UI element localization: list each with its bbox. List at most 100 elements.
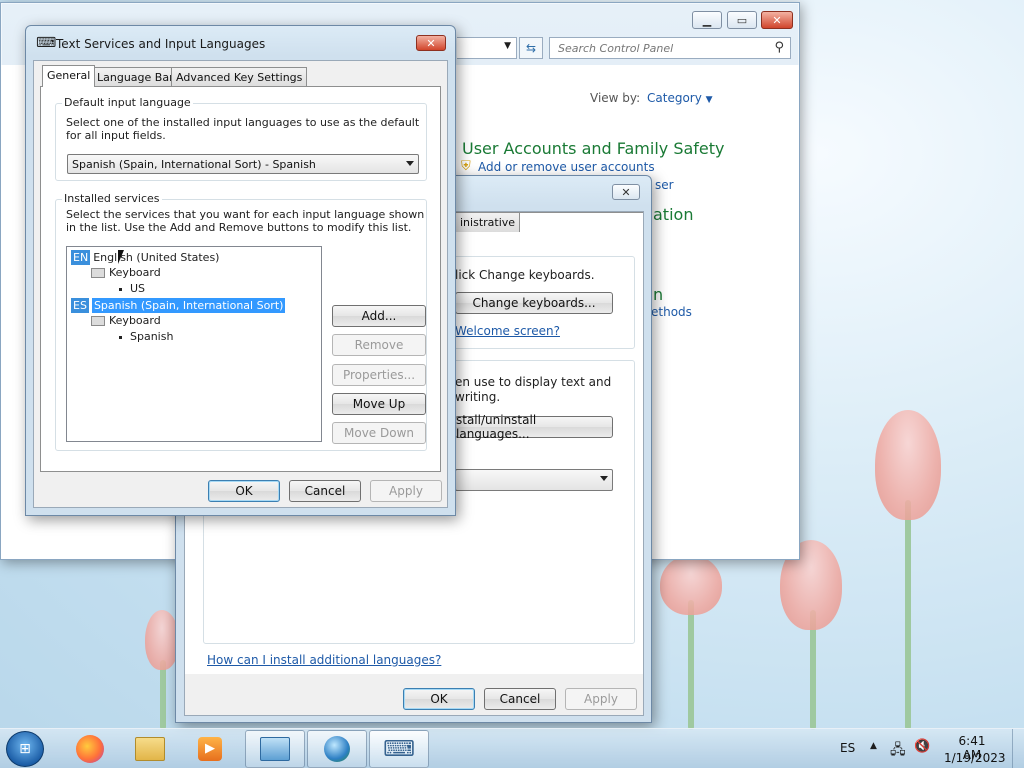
partial-link-methods[interactable]: ethods	[651, 305, 692, 319]
add-remove-accounts-link[interactable]: Add or remove user accounts	[478, 160, 655, 174]
partial-title-ation[interactable]: ation	[653, 205, 693, 224]
minimize-button[interactable]: ▁	[692, 11, 722, 29]
default-description: Select one of the installed input langua…	[66, 116, 420, 142]
keyboard-icon	[91, 316, 105, 326]
language-indicator[interactable]: ES	[840, 741, 855, 755]
partial-title-n[interactable]: n	[653, 285, 663, 304]
es-keyboard-label: Keyboard	[109, 314, 161, 327]
taskbar-region-language[interactable]	[307, 730, 367, 768]
installed-group-label: Installed services	[62, 192, 162, 205]
installed-services-tree[interactable]: EN English (United States) Keyboard US ES…	[66, 246, 322, 442]
category-title[interactable]: User Accounts and Family Safety	[462, 139, 725, 158]
tab-page: Default input language Select one of the…	[40, 86, 441, 472]
tree-item-en-keyboard[interactable]: Keyboard	[91, 266, 161, 279]
tree-item-es-spanish[interactable]: Spanish	[130, 330, 173, 343]
close-button[interactable]: ✕	[612, 184, 640, 200]
show-hidden-icons-icon[interactable]: ▲	[870, 741, 877, 751]
button-label: Add...	[361, 309, 397, 323]
bullet	[119, 288, 122, 291]
ok-button[interactable]: OK	[208, 480, 280, 502]
firefox-icon	[76, 735, 104, 763]
close-button[interactable]: ✕	[761, 11, 793, 29]
en-badge: EN	[71, 250, 91, 265]
tree-item-spanish[interactable]: ES Spanish (Spain, International Sort)	[71, 298, 286, 313]
tree-item-en-us[interactable]: US	[130, 282, 145, 295]
tab-label: Language Bar	[97, 71, 174, 84]
keyboard-icon: ⌨	[383, 736, 415, 762]
button-label: OK	[235, 484, 253, 498]
default-language-select[interactable]: Spanish (Spain, International Sort) - Sp…	[67, 154, 419, 174]
address-dropdown[interactable]: ▼	[457, 37, 517, 59]
keyboard-app-icon: ⌨	[36, 35, 57, 51]
apply-button[interactable]: Apply	[565, 688, 637, 710]
move-up-button[interactable]: Move Up	[332, 393, 426, 415]
install-help-link[interactable]: How can I install additional languages?	[207, 653, 441, 667]
media-player-icon: ▶	[198, 737, 222, 761]
volume-muted-icon[interactable]: 🔇	[914, 739, 930, 754]
search-box[interactable]: Search Control Panel ⚲	[549, 37, 791, 59]
taskbar-media-player[interactable]: ▶	[180, 730, 240, 768]
button-label: Apply	[389, 484, 423, 498]
apply-button[interactable]: Apply	[370, 480, 442, 502]
maximize-button[interactable]: ▭	[727, 11, 757, 29]
globe-icon	[324, 736, 350, 762]
button-label: Move Up	[352, 397, 406, 411]
tab-label: General	[47, 69, 91, 82]
taskbar-text-services[interactable]: ⌨	[369, 730, 429, 768]
refresh-icon: ⇆	[525, 41, 537, 55]
button-label: Cancel	[304, 484, 346, 498]
chevron-down-icon	[600, 476, 608, 481]
chevron-down-icon	[406, 161, 414, 166]
taskbar-control-panel[interactable]	[245, 730, 305, 768]
change-keyboards-button[interactable]: Change keyboards...	[455, 292, 613, 314]
cancel-button[interactable]: Cancel	[484, 688, 556, 710]
button-label: Apply	[584, 692, 618, 706]
display-text-line1: en use to display text and	[455, 375, 612, 389]
button-label: OK	[430, 692, 448, 706]
close-button[interactable]: ✕	[416, 35, 446, 51]
mouse-cursor	[118, 250, 130, 264]
tab-label: inistrative	[460, 216, 516, 229]
tab-general[interactable]: General	[42, 65, 96, 87]
clock-date[interactable]: 1/19/2023	[944, 751, 1006, 765]
search-placeholder: Search Control Panel	[558, 42, 674, 55]
dialog-title: Text Services and Input Languages	[56, 37, 266, 51]
view-by-dropdown[interactable]: Category ▼	[647, 91, 713, 105]
properties-button[interactable]: Properties...	[332, 364, 426, 386]
refresh-button[interactable]: ⇆	[519, 37, 543, 59]
installed-services-group: Installed services Select the services t…	[55, 192, 427, 451]
tree-item-es-keyboard[interactable]: Keyboard	[91, 314, 161, 327]
keyboards-text: lick Change keyboards.	[455, 268, 595, 282]
partial-link-user[interactable]: ser	[655, 178, 674, 192]
taskbar-firefox[interactable]	[60, 730, 120, 768]
welcome-screen-link[interactable]: Welcome screen?	[455, 324, 560, 338]
search-icon: ⚲	[774, 40, 784, 55]
cancel-button[interactable]: Cancel	[289, 480, 361, 502]
remove-button[interactable]: Remove	[332, 334, 426, 356]
taskbar: ⊞ ▶ ⌨ ES ▲ 🖧 🔇 6:41 AM 1/19/2023	[0, 728, 1024, 768]
show-desktop-button[interactable]	[1012, 729, 1024, 768]
view-by-label: View by:	[590, 91, 641, 105]
tab-language-bar[interactable]: Language Bar	[92, 67, 179, 87]
display-language-select[interactable]	[455, 469, 613, 491]
shield-icon: ⛨	[461, 159, 471, 174]
en-layout-label: US	[130, 282, 146, 295]
es-layout-label: Spanish	[130, 330, 174, 343]
text-services-dialog: ⌨ Text Services and Input Languages ✕ Ge…	[25, 25, 456, 516]
tab-advanced-key-settings[interactable]: Advanced Key Settings	[171, 67, 308, 87]
start-button[interactable]: ⊞	[6, 731, 44, 767]
select-value: Spanish (Spain, International Sort) - Sp…	[72, 158, 316, 171]
add-button[interactable]: Add...	[332, 305, 426, 327]
network-icon[interactable]: 🖧	[890, 739, 906, 763]
ok-button[interactable]: OK	[403, 688, 475, 710]
tab-administrative[interactable]: inistrative	[455, 212, 521, 232]
default-language-group: Default input language Select one of the…	[55, 96, 427, 181]
es-badge: ES	[71, 298, 89, 313]
tree-item-english[interactable]: EN English (United States)	[71, 250, 219, 265]
install-languages-button[interactable]: stall/uninstall languages...	[455, 413, 613, 441]
button-label: Cancel	[499, 692, 541, 706]
display-text-line2: writing.	[455, 390, 501, 404]
move-down-button[interactable]: Move Down	[332, 422, 426, 444]
taskbar-explorer[interactable]	[120, 730, 180, 768]
button-label: Remove	[354, 338, 404, 352]
